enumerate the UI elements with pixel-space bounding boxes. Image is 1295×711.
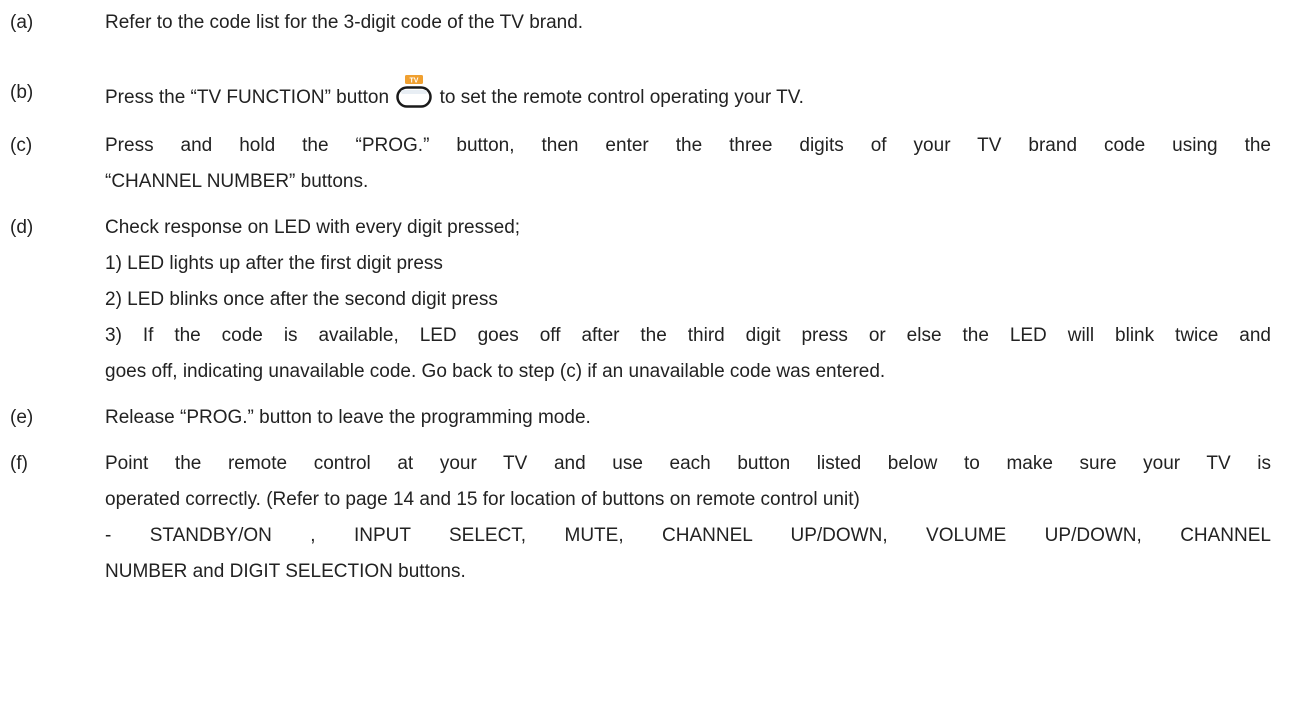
step-marker: (a)	[10, 12, 34, 33]
step-marker: (f)	[10, 453, 28, 474]
step-marker: (b)	[10, 82, 34, 103]
step-text-line: operated correctly. (Refer to page 14 an…	[105, 489, 860, 510]
sub-step-1: 1) LED lights up after the first digit p…	[105, 253, 443, 274]
sub-step-2: 2) LED blinks once after the second digi…	[105, 289, 498, 310]
step-text: Check response on LED with every digit p…	[105, 217, 521, 238]
step-text-line: Point the remote control at your TV and …	[105, 453, 1271, 474]
step-text: Release “PROG.” button to leave the prog…	[105, 407, 591, 428]
tv-function-button-icon: TV	[396, 75, 433, 109]
step-text-line: “CHANNEL NUMBER” buttons.	[105, 171, 369, 192]
step-marker: (d)	[10, 217, 34, 238]
step-marker: (c)	[10, 135, 33, 156]
step-text-after-icon: to set the remote control operating your…	[439, 87, 804, 108]
sub-step-3-line2: goes off, indicating unavailable code. G…	[105, 361, 886, 382]
sub-step-3-line1: 3) If the code is available, LED goes of…	[105, 325, 1271, 346]
button-list-line: NUMBER and DIGIT SELECTION buttons.	[105, 561, 466, 582]
step-marker: (e)	[10, 407, 34, 428]
step-text-line: Press and hold the “PROG.” button, then …	[105, 135, 1271, 156]
step-text-before-icon: Press the “TV FUNCTION” button	[105, 87, 390, 108]
button-list-line: - STANDBY/ON , INPUT SELECT, MUTE, CHANN…	[105, 525, 1271, 546]
step-text: Refer to the code list for the 3-digit c…	[105, 12, 584, 33]
tv-icon-label: TV	[410, 78, 419, 85]
